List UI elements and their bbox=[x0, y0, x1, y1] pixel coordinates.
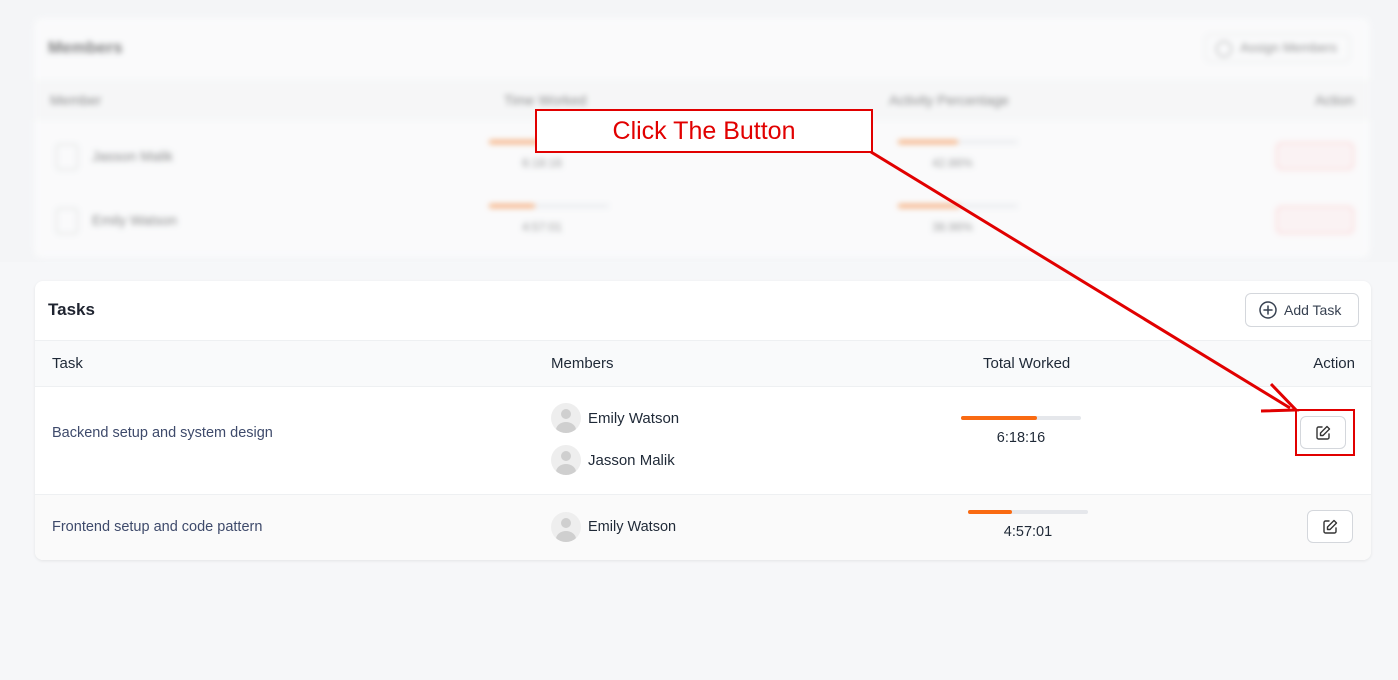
member-avatar-icon bbox=[56, 208, 78, 234]
member-time-bar bbox=[489, 204, 609, 208]
total-worked-time: 4:57:01 bbox=[1003, 524, 1053, 540]
avatar-icon bbox=[551, 403, 581, 433]
member-activity-bar bbox=[898, 204, 1018, 208]
col-action: Action bbox=[1313, 355, 1355, 372]
total-worked-progress bbox=[961, 416, 1081, 420]
member-chip: Emily Watson bbox=[551, 403, 679, 433]
member-chip: Emily Watson bbox=[551, 512, 676, 542]
avatar-icon bbox=[551, 445, 581, 475]
annotation-callout: Click The Button bbox=[535, 109, 873, 153]
member-activity-bar bbox=[898, 140, 1018, 144]
col-members: Members bbox=[551, 355, 614, 372]
member-name: Jasson Malik bbox=[92, 148, 173, 164]
member-time: 4:57:01 bbox=[522, 220, 563, 234]
col-total-worked: Total Worked bbox=[983, 355, 1071, 372]
annotation-highlight-box bbox=[1295, 409, 1355, 456]
members-col-time: Time Worked bbox=[504, 92, 587, 108]
add-task-label: Add Task bbox=[1284, 302, 1342, 318]
edit-icon bbox=[1323, 519, 1338, 534]
tasks-table-header: Task Members Total Worked Action bbox=[35, 340, 1371, 387]
member-activity: 42.86% bbox=[932, 156, 973, 170]
members-row: Emily Watson 4:57:01 38.96% bbox=[34, 190, 1370, 250]
col-task: Task bbox=[52, 355, 83, 372]
unassign-button[interactable] bbox=[1276, 142, 1354, 170]
member-avatar-icon bbox=[56, 144, 78, 170]
member-name: Emily Watson bbox=[588, 409, 680, 427]
table-row: Frontend setup and code pattern Emily Wa… bbox=[35, 495, 1371, 560]
total-worked-progress bbox=[968, 510, 1088, 514]
member-activity: 38.96% bbox=[932, 220, 973, 234]
members-col-activity: Activity Percentage bbox=[889, 92, 1009, 108]
members-title: Members bbox=[48, 38, 123, 57]
annotation-text: Click The Button bbox=[612, 116, 796, 145]
member-chip: Jasson Malik bbox=[551, 445, 675, 475]
add-task-button[interactable]: Add Task bbox=[1245, 293, 1359, 327]
avatar-icon bbox=[551, 512, 581, 542]
unassign-button[interactable] bbox=[1276, 206, 1354, 234]
members-col-action: Action bbox=[1315, 92, 1354, 108]
task-name: Backend setup and system design bbox=[52, 425, 273, 441]
member-name: Emily Watson bbox=[588, 519, 677, 535]
plus-circle-icon bbox=[1259, 301, 1277, 319]
member-time: 6:18:16 bbox=[522, 156, 563, 170]
table-row: Backend setup and system design Emily Wa… bbox=[35, 387, 1371, 495]
members-col-member: Member bbox=[50, 92, 102, 108]
edit-task-button[interactable] bbox=[1307, 510, 1353, 543]
task-name: Frontend setup and code pattern bbox=[52, 519, 263, 535]
member-name: Emily Watson bbox=[92, 212, 178, 228]
total-worked-time: 6:18:16 bbox=[996, 430, 1046, 446]
member-name: Jasson Malik bbox=[588, 451, 675, 469]
assign-members-button[interactable]: Assign Members bbox=[1205, 34, 1350, 62]
tasks-title: Tasks bbox=[48, 300, 95, 319]
tasks-card: Tasks Add Task Task Members Total Worked… bbox=[35, 281, 1371, 560]
